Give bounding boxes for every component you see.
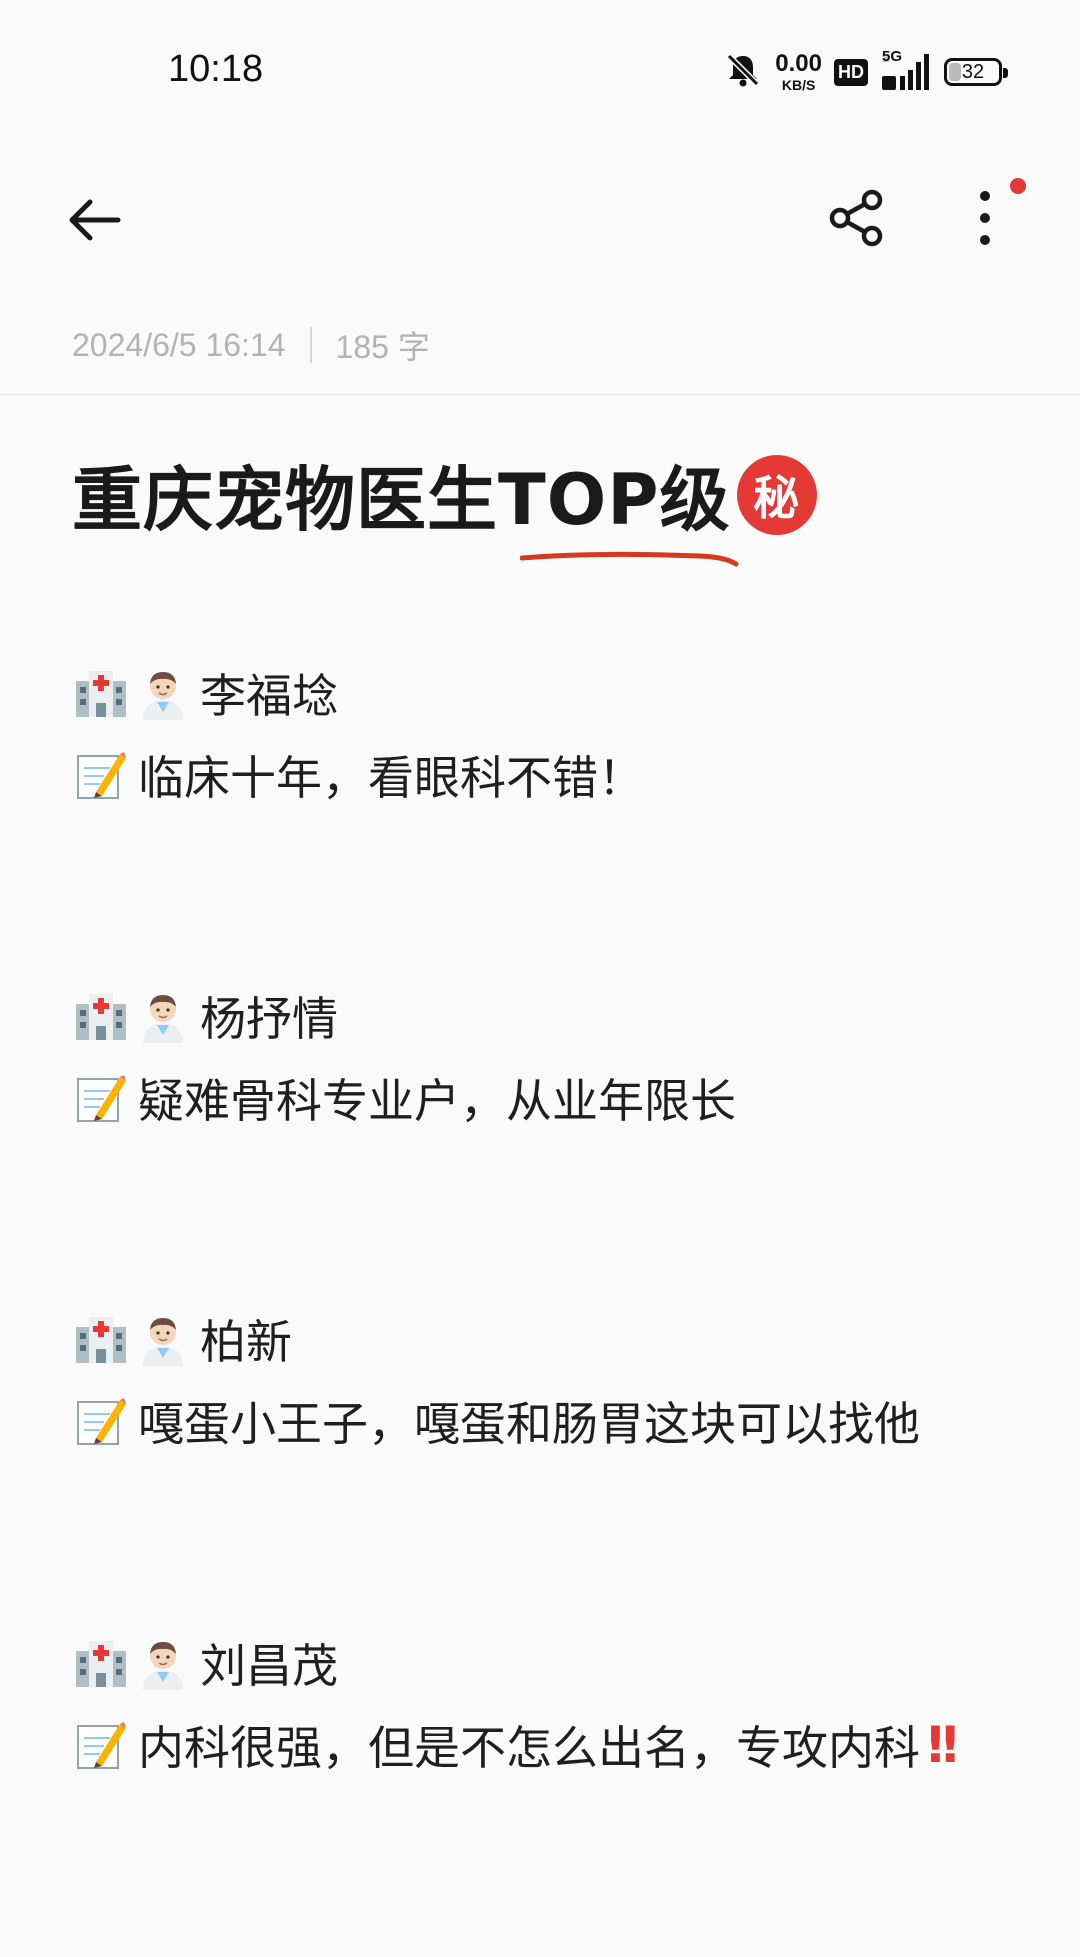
doctor-desc-line[interactable]: 嘎蛋小王子，嘎蛋和肠胃这块可以找他 [72, 1390, 920, 1452]
doctor-entry: 刘昌茂 内科很强，但是不怎么出名，专攻内科 !! [72, 1632, 962, 1776]
doctor-desc-line[interactable]: 内科很强，但是不怎么出名，专攻内科 !! [72, 1714, 962, 1776]
doctor-entry: 杨抒情 疑难骨科专业户，从业年限长 [72, 985, 736, 1129]
hospital-emoji-icon [72, 987, 130, 1045]
doctor-name-line[interactable]: 李福埝 [72, 662, 644, 724]
doctor-emoji-icon [134, 1634, 192, 1692]
status-bar: 10:18 0.00 KB/S HD 5G 32 [0, 0, 1080, 140]
net-speed-value: 0.00 [775, 50, 822, 77]
note-datetime: 2024/6/5 16:14 [72, 326, 286, 363]
more-options-button[interactable] [960, 186, 1010, 250]
doctor-entry: 柏新 嘎蛋小王子，嘎蛋和肠胃这块可以找他 [72, 1308, 920, 1452]
status-time: 10:18 [168, 48, 264, 90]
top-toolbar [0, 160, 1080, 280]
doctor-entry: 李福埝 临床十年，看眼科不错！ [72, 662, 644, 806]
doctor-name: 柏新 [200, 1315, 292, 1369]
doctor-emoji-icon [134, 664, 192, 722]
doctor-name: 李福埝 [200, 669, 338, 723]
net-speed-unit: KB/S [781, 77, 816, 93]
secret-badge: 秘 [736, 454, 817, 535]
more-vertical-icon [980, 191, 990, 245]
battery-level: 32 [961, 60, 985, 83]
memo-emoji-icon [72, 1069, 130, 1127]
doctor-description: 疑难骨科专业户，从业年限长 [138, 1074, 736, 1128]
note-title-text: 重庆宠物医生TOP级 [72, 459, 731, 541]
doctor-name-line[interactable]: 杨抒情 [72, 985, 736, 1047]
share-button[interactable] [826, 186, 890, 250]
memo-emoji-icon [72, 1716, 130, 1774]
doctor-description: 嘎蛋小王子，嘎蛋和肠胃这块可以找他 [138, 1397, 920, 1451]
note-meta: 2024/6/5 16:14 185 字 [72, 322, 430, 368]
doctor-desc-line[interactable]: 疑难骨科专业户，从业年限长 [72, 1067, 736, 1129]
memo-emoji-icon [72, 746, 130, 804]
back-button[interactable] [62, 190, 126, 250]
doctor-name: 杨抒情 [200, 992, 338, 1046]
memo-emoji-icon [72, 1392, 130, 1450]
doctor-name-line[interactable]: 柏新 [72, 1308, 920, 1370]
network-type-label: 5G [882, 48, 903, 65]
hospital-emoji-icon [72, 664, 130, 722]
mute-bell-icon [723, 50, 763, 94]
status-icons: 0.00 KB/S HD 5G 32 [723, 48, 1008, 94]
note-title[interactable]: 重庆宠物医生TOP级 秘 [72, 444, 817, 545]
doctor-emoji-icon [134, 1310, 192, 1368]
doctor-emoji-icon [134, 987, 192, 1045]
arrow-left-icon [69, 199, 121, 241]
signal-5g-icon: 5G [880, 48, 932, 92]
doctor-description: 临床十年，看眼科不错！ [138, 751, 644, 805]
doctor-desc-line[interactable]: 临床十年，看眼科不错！ [72, 744, 644, 806]
hospital-emoji-icon [72, 1634, 130, 1692]
double-exclamation-emoji: !! [924, 1716, 962, 1774]
notification-dot [1010, 178, 1026, 194]
doctor-description: 内科很强，但是不怎么出名，专攻内科 [138, 1721, 920, 1775]
doctor-name-line[interactable]: 刘昌茂 [72, 1632, 954, 1694]
share-icon [829, 189, 883, 247]
battery-indicator: 32 [944, 58, 1008, 86]
note-word-count: 185 字 [335, 329, 430, 365]
hospital-emoji-icon [72, 1310, 130, 1368]
net-speed: 0.00 KB/S [775, 50, 822, 93]
doctor-name: 刘昌茂 [200, 1639, 338, 1693]
hd-badge: HD [834, 58, 868, 86]
title-underline-mark [520, 551, 739, 567]
meta-separator [309, 327, 312, 363]
meta-divider [0, 394, 1080, 395]
